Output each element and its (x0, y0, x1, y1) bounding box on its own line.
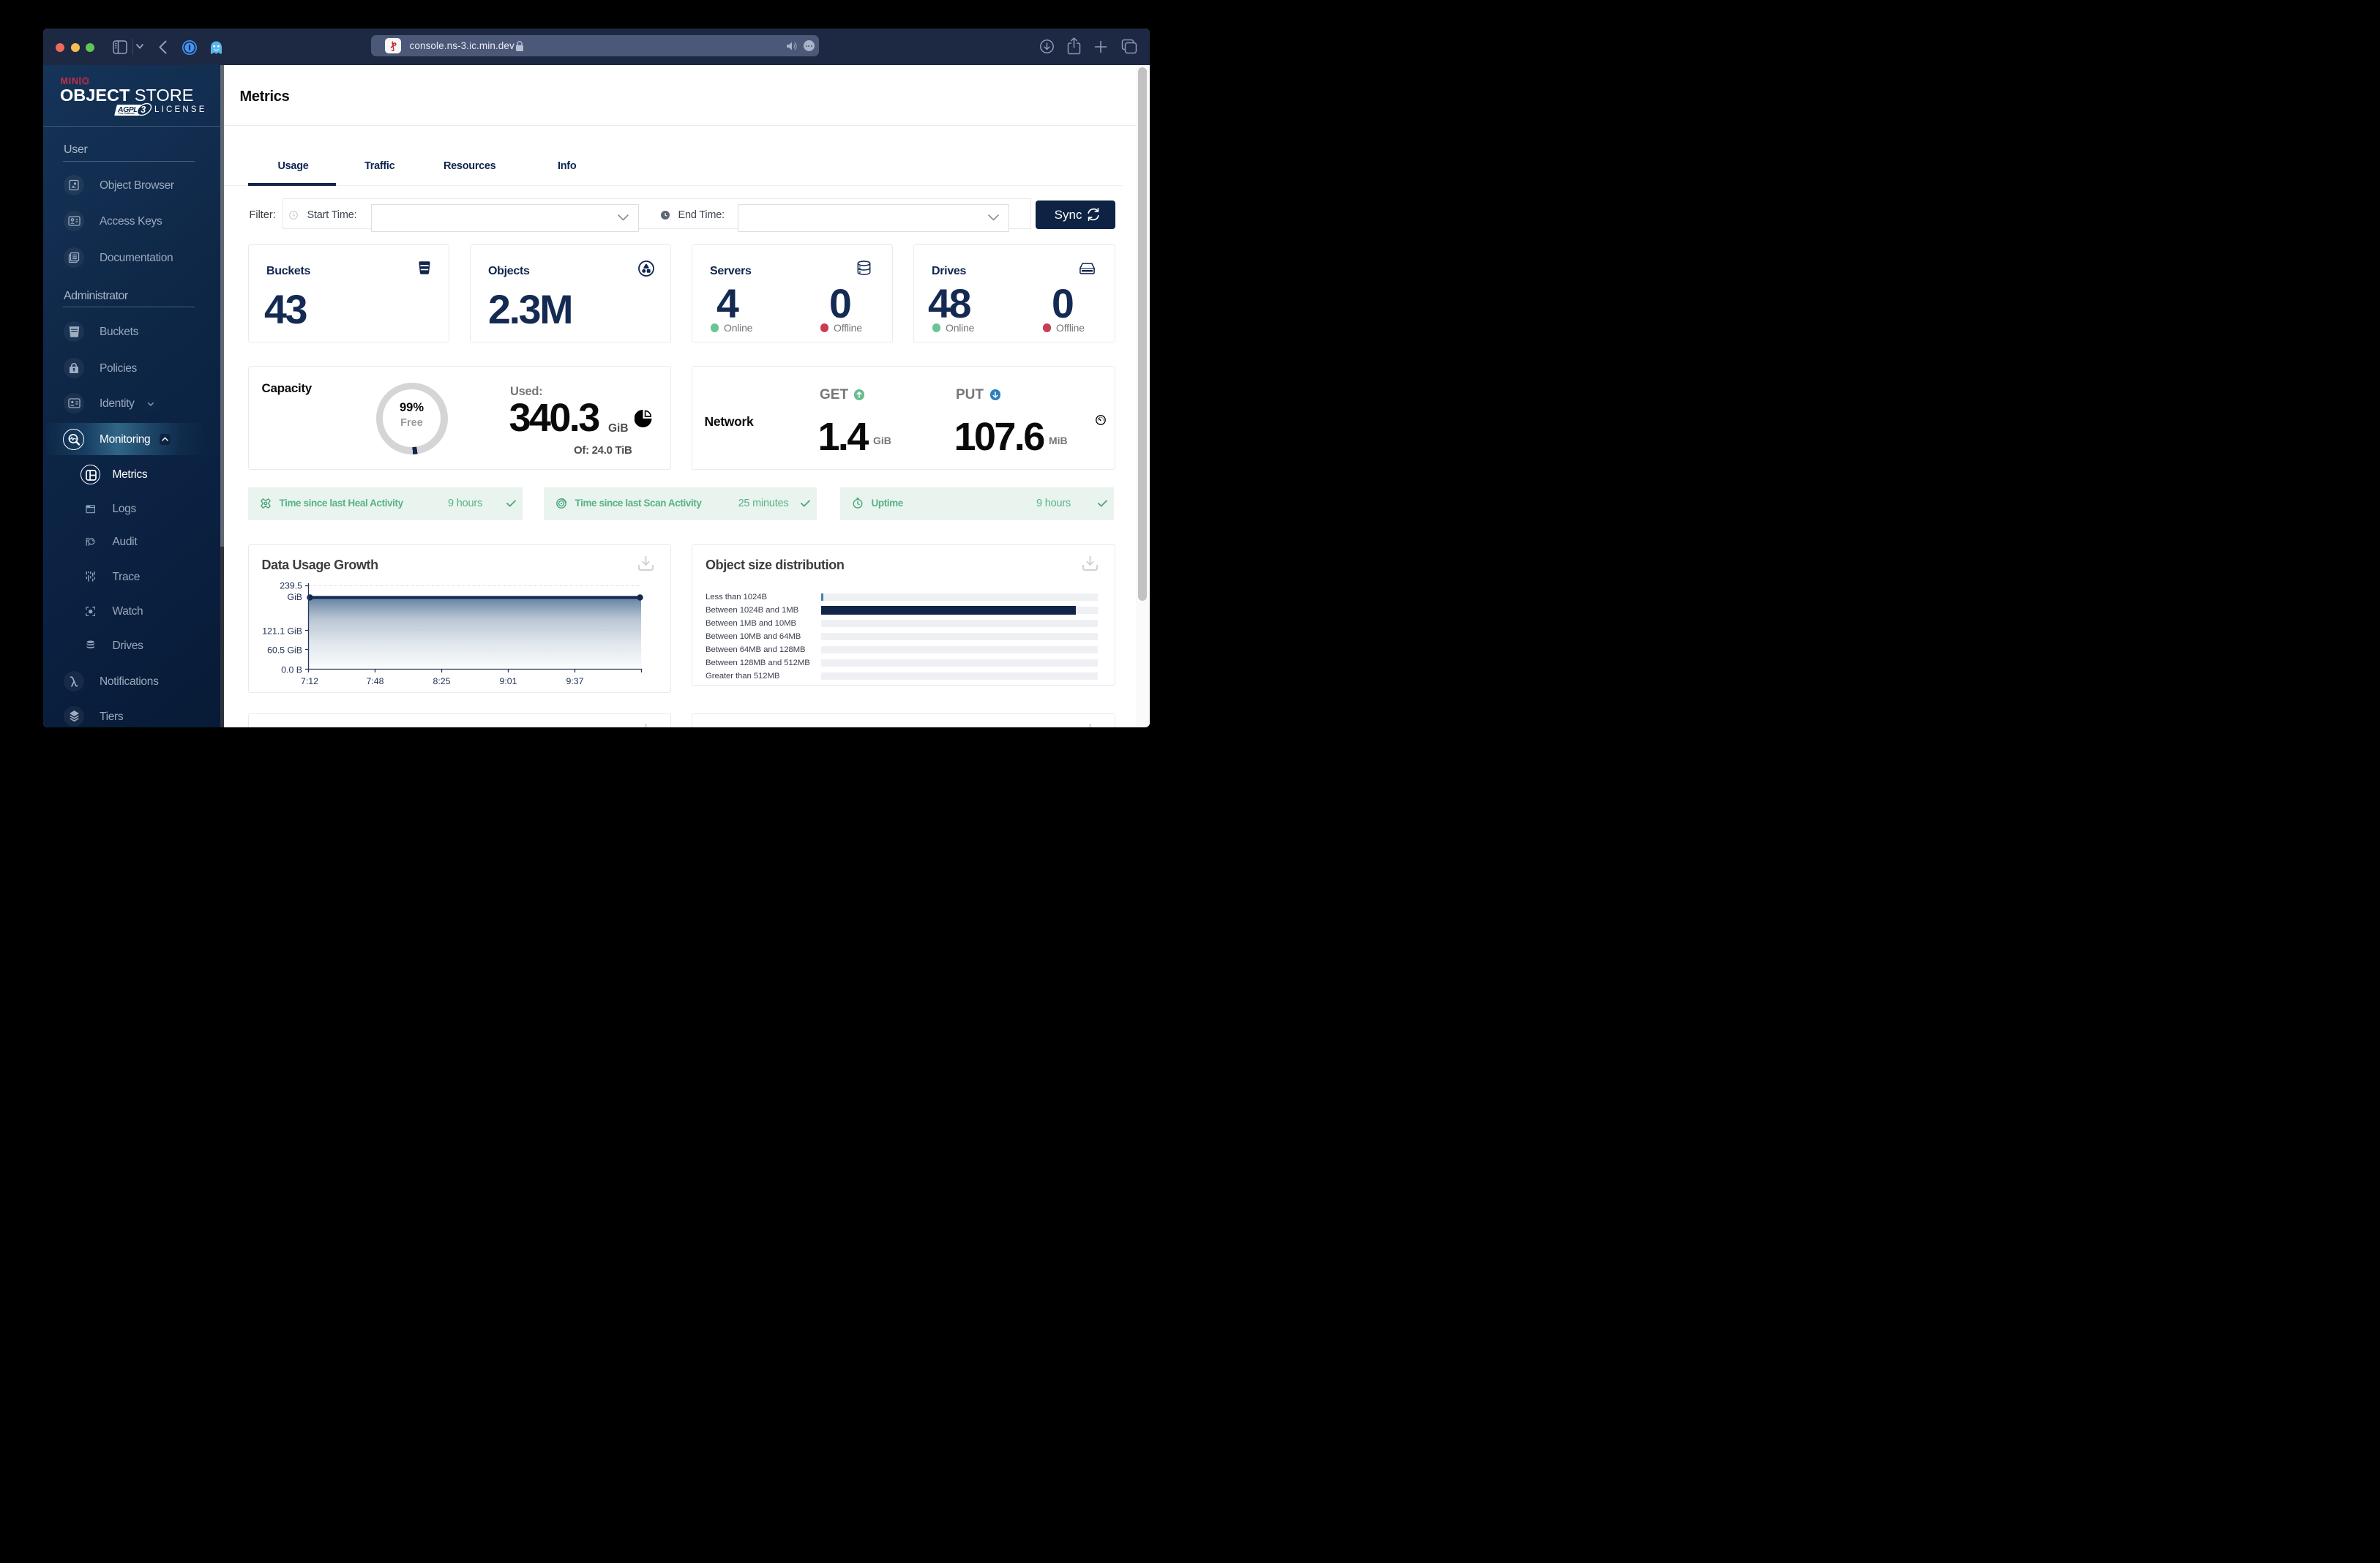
svg-text:7:48: 7:48 (367, 676, 384, 686)
svg-text:121.1 GiB: 121.1 GiB (262, 626, 302, 637)
svg-text:9:01: 9:01 (500, 676, 517, 686)
svg-text:239.5: 239.5 (280, 581, 302, 591)
svg-text:60.5 GiB: 60.5 GiB (267, 645, 302, 656)
svg-text:8:25: 8:25 (433, 676, 451, 686)
svg-text:3: 3 (141, 105, 146, 115)
svg-text:7:12: 7:12 (301, 676, 318, 686)
svg-text:9:37: 9:37 (566, 676, 584, 686)
svg-text:GiB: GiB (288, 592, 303, 602)
svg-text:0.0 B: 0.0 B (281, 665, 302, 675)
